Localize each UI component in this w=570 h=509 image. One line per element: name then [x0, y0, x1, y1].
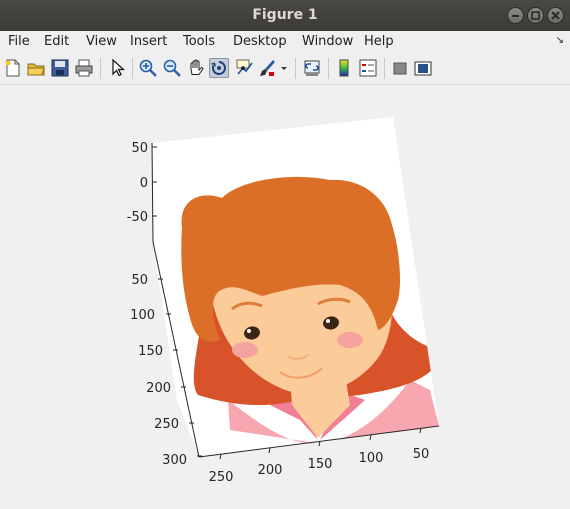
- y-tick-label: 300: [162, 453, 187, 468]
- brush-icon[interactable]: [257, 58, 277, 78]
- menu-desktop[interactable]: Desktop: [233, 34, 287, 49]
- menu-view[interactable]: View: [86, 34, 117, 49]
- close-button[interactable]: [547, 7, 564, 24]
- hide-plot-tools-icon[interactable]: [390, 58, 410, 78]
- maximize-button[interactable]: [527, 7, 544, 24]
- right-cheek: [337, 332, 363, 348]
- menu-bar: File Edit View Insert Tools Desktop Wind…: [0, 31, 570, 53]
- x-tick-label: 100: [359, 451, 384, 466]
- y-tick-label: 200: [146, 381, 171, 396]
- x-tick-label: 250: [209, 470, 234, 485]
- print-icon[interactable]: [74, 58, 94, 78]
- menu-edit[interactable]: Edit: [44, 34, 69, 49]
- y-tick-label: 250: [154, 417, 179, 432]
- zoom-out-icon[interactable]: [162, 58, 182, 78]
- pan-hand-icon[interactable]: [186, 58, 206, 78]
- menu-help[interactable]: Help: [364, 34, 394, 49]
- z-tick-label: 50: [131, 141, 148, 156]
- y-tick-label: 150: [138, 344, 163, 359]
- window-title: Figure 1: [252, 7, 318, 23]
- z-tick-label: -50: [127, 210, 148, 225]
- rotate-3d-icon[interactable]: [209, 58, 229, 78]
- colorbar-icon[interactable]: [334, 58, 354, 78]
- open-file-icon[interactable]: [26, 58, 46, 78]
- edit-plot-pointer-icon[interactable]: [107, 58, 127, 78]
- y-tick-label: 50: [131, 273, 148, 288]
- left-cheek: [232, 342, 258, 358]
- menu-tools[interactable]: Tools: [183, 34, 215, 49]
- x-tick-label: 150: [308, 457, 333, 472]
- minimize-button[interactable]: [507, 7, 524, 24]
- data-cursor-icon[interactable]: [234, 58, 254, 78]
- show-plot-tools-icon[interactable]: [413, 58, 433, 78]
- toolbar-separator: [100, 58, 101, 79]
- title-bar: Figure 1: [0, 0, 570, 31]
- y-tick-label: 100: [130, 308, 155, 323]
- toolbar-separator: [328, 58, 329, 79]
- save-icon[interactable]: [50, 58, 70, 78]
- menu-window[interactable]: Window: [302, 34, 353, 49]
- axes-area[interactable]: 50 0 -50 50 100 150 200 250 300 250 200 …: [0, 84, 570, 505]
- link-plot-icon[interactable]: [302, 58, 322, 78]
- z-tick-label: 0: [140, 176, 148, 191]
- brush-dropdown-icon[interactable]: [279, 58, 289, 78]
- toolbar-separator: [384, 58, 385, 79]
- legend-icon[interactable]: [358, 58, 378, 78]
- menu-insert[interactable]: Insert: [130, 34, 167, 49]
- toolbar-separator: [132, 58, 133, 79]
- figure-toolbar: [0, 53, 570, 85]
- toolbar-separator: [295, 58, 296, 79]
- maximize-icon: [531, 11, 540, 20]
- menu-file[interactable]: File: [8, 34, 30, 49]
- zoom-in-icon[interactable]: [138, 58, 158, 78]
- close-icon: [551, 11, 560, 20]
- x-tick-label: 200: [258, 463, 283, 478]
- x-tick-label: 50: [413, 447, 430, 462]
- minimize-icon: [512, 15, 519, 17]
- dock-figure-icon[interactable]: ↘: [556, 35, 564, 46]
- new-figure-icon[interactable]: [3, 58, 23, 78]
